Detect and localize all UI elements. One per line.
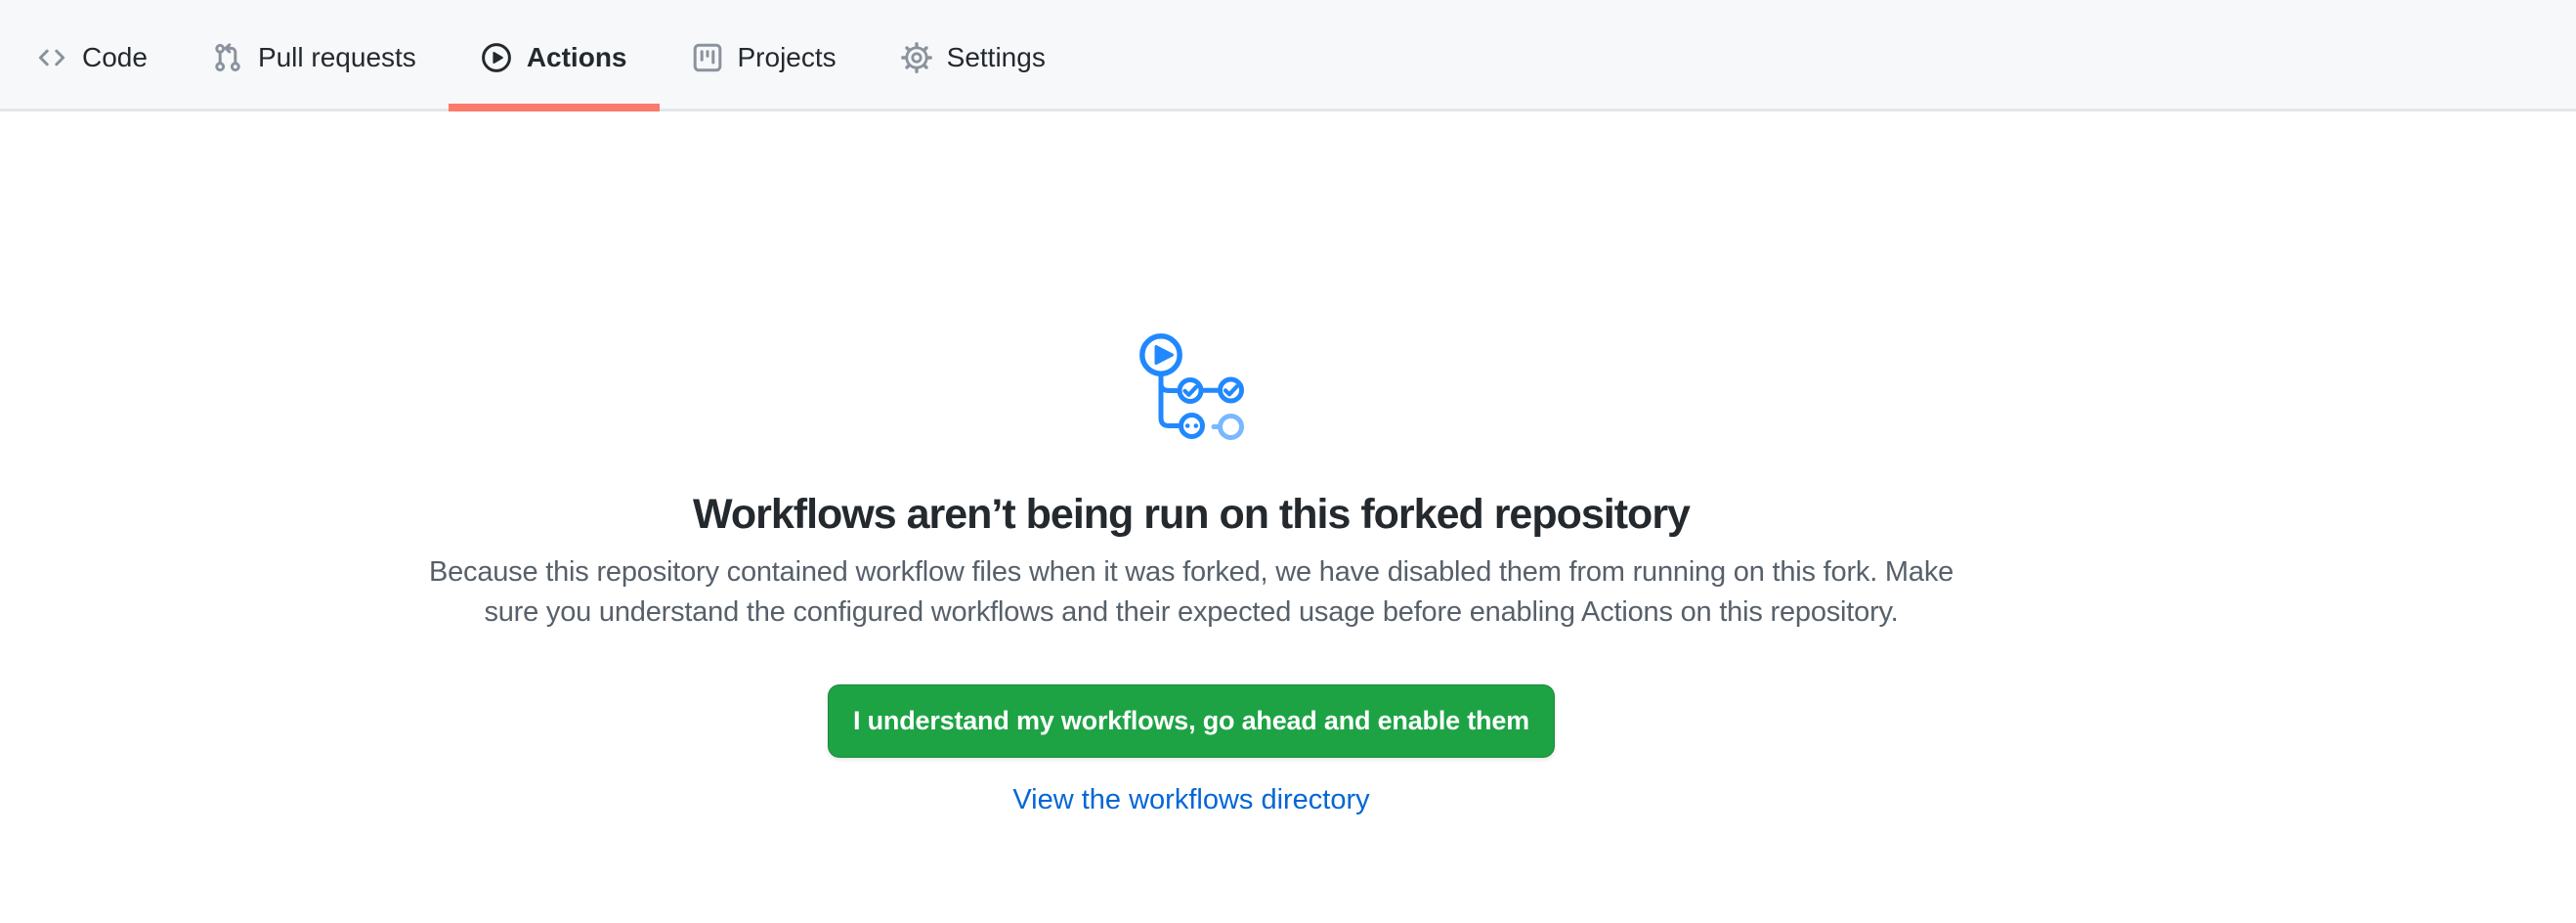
tab-actions[interactable]: Actions xyxy=(449,0,660,109)
tab-actions-label: Actions xyxy=(527,42,627,73)
enable-button-row: I understand my workflows, go ahead and … xyxy=(0,633,2383,758)
tab-code-label: Code xyxy=(82,42,148,73)
description-line-2: sure you understand the configured workf… xyxy=(0,593,2383,633)
gear-icon xyxy=(901,42,932,73)
tab-settings[interactable]: Settings xyxy=(869,0,1078,109)
actions-workflow-graph-icon xyxy=(0,326,2383,443)
tab-code[interactable]: Code xyxy=(4,0,180,109)
tab-settings-label: Settings xyxy=(947,42,1046,73)
git-pull-request-icon xyxy=(212,42,243,73)
tab-projects-label: Projects xyxy=(738,42,837,73)
tab-pull-requests[interactable]: Pull requests xyxy=(180,0,449,109)
tab-pull-requests-label: Pull requests xyxy=(258,42,416,73)
enable-workflows-button[interactable]: I understand my workflows, go ahead and … xyxy=(828,684,1555,758)
view-workflows-directory-link[interactable]: View the workflows directory xyxy=(1012,784,1369,816)
blankslate-title: Workflows aren’t being run on this forke… xyxy=(0,488,2383,541)
code-icon xyxy=(36,42,67,73)
workflows-disabled-panel: Workflows aren’t being run on this forke… xyxy=(0,326,2383,816)
play-circle-icon xyxy=(481,42,512,73)
tab-projects[interactable]: Projects xyxy=(660,0,869,109)
repo-tab-nav: Code Pull requests Actions xyxy=(0,0,2576,111)
blankslate-description: Because this repository contained workfl… xyxy=(0,552,2383,633)
project-icon xyxy=(692,42,723,73)
description-line-1: Because this repository contained workfl… xyxy=(0,552,2383,593)
